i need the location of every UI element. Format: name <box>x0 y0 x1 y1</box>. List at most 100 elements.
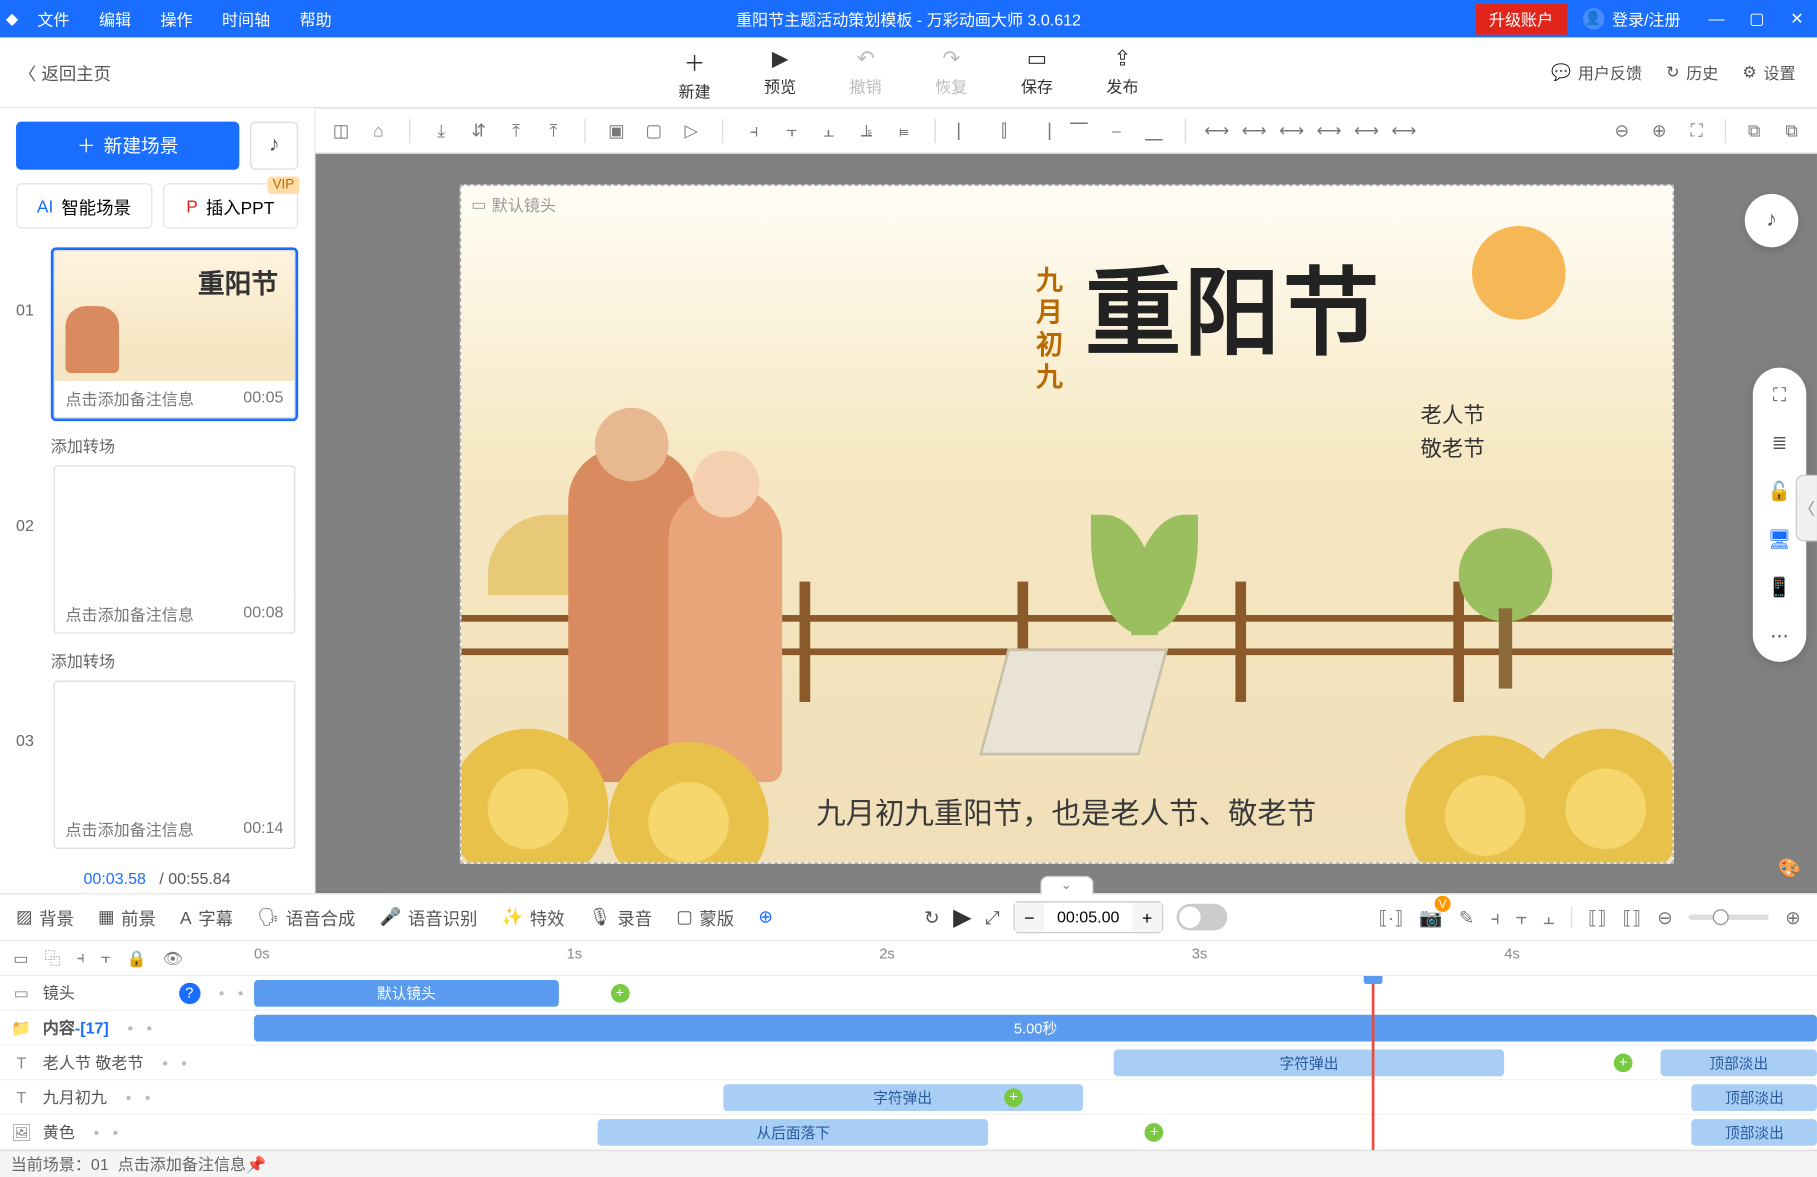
align-r-icon[interactable]: ⎹ <box>1027 116 1056 145</box>
toolbar-预览[interactable]: ▶预览 <box>764 45 796 102</box>
row-head[interactable]: T 老人节 敬老节 •• <box>0 1051 254 1074</box>
spacing-v-icon[interactable]: ⟷ <box>1239 116 1268 145</box>
fit-icon[interactable]: ⛶ <box>1682 116 1711 145</box>
lock-icon[interactable]: 🔓 <box>1766 477 1793 504</box>
more-icon[interactable]: ⋯ <box>1766 622 1793 649</box>
minimize-button[interactable]: — <box>1697 9 1737 28</box>
filter-icon[interactable]: ⫟ <box>1516 906 1527 929</box>
clip[interactable]: 顶部淡出 <box>1661 1050 1817 1077</box>
dist-top-icon[interactable]: ⫠ <box>814 116 843 145</box>
split-icon[interactable]: ⫞ <box>1490 906 1499 929</box>
clip[interactable]: 顶部淡出 <box>1692 1084 1817 1111</box>
marker1-icon[interactable]: ⟦⟧ <box>1588 906 1607 929</box>
paste-icon[interactable]: ⧉ <box>1777 116 1806 145</box>
add-clip-icon[interactable]: + <box>1614 1054 1633 1073</box>
dist-center-icon[interactable]: ⫢ <box>889 116 918 145</box>
add-clip-icon[interactable]: + <box>1145 1123 1164 1142</box>
menu-help[interactable]: 帮助 <box>286 7 345 30</box>
toolbar-保存[interactable]: ▭保存 <box>1021 45 1053 102</box>
align-bottom-icon[interactable]: ⤓ <box>427 116 456 145</box>
zoom-in-icon[interactable]: ⊕ <box>1645 116 1674 145</box>
clip[interactable]: 顶部淡出 <box>1692 1119 1817 1146</box>
forward-icon[interactable]: ▷ <box>677 116 706 145</box>
music-button[interactable]: ♪ <box>250 122 298 170</box>
clip[interactable]: 字符弹出 <box>1114 1050 1505 1077</box>
scene-note[interactable]: 点击添加备注信息 <box>66 603 194 626</box>
row-head[interactable]: 🖼 黄色 •• <box>0 1120 254 1143</box>
toolbar-用户反馈[interactable]: 💬用户反馈 <box>1551 61 1642 84</box>
history-icon[interactable]: ↻ <box>924 906 940 929</box>
scene-card-02[interactable]: 点击添加备注信息00:08 <box>51 463 298 637</box>
dist-bottom-icon[interactable]: ⫡ <box>852 116 881 145</box>
layers-icon[interactable]: ≣ <box>1766 429 1793 456</box>
login-button[interactable]: 👤 登录/注册 <box>1567 7 1697 30</box>
collapse-handle[interactable]: ⌄ <box>1040 876 1093 895</box>
bt-语音合成[interactable]: 🗣语音合成 <box>257 904 355 929</box>
close-button[interactable]: ✕ <box>1777 9 1817 28</box>
row-head[interactable]: ▭ 镜头 ? •• <box>0 981 254 1004</box>
playhead[interactable] <box>1372 976 1375 1150</box>
dist-h-icon[interactable]: ⫞ <box>739 116 768 145</box>
menu-file[interactable]: 文件 <box>24 7 83 30</box>
subtitle-text[interactable]: 九月初九重阳节，也是老人节、敬老节 <box>461 789 1672 832</box>
scene-note[interactable]: 点击添加备注信息 <box>66 818 194 841</box>
display-icon[interactable]: 🖥 <box>1766 525 1793 552</box>
group-icon[interactable]: ▣ <box>602 116 631 145</box>
track[interactable]: 默认镜头+ <box>254 976 1817 1009</box>
toolbar-设置[interactable]: ⚙设置 <box>1742 61 1795 84</box>
scene-card-01[interactable]: 重阳节 点击添加备注信息00:05 <box>51 247 298 421</box>
toolbar-历史[interactable]: ↻历史 <box>1666 61 1718 84</box>
add-clip-icon[interactable]: + <box>610 984 629 1003</box>
align-c-icon[interactable]: ⫿ <box>989 116 1018 145</box>
camera-label[interactable]: ▭ 默认镜头 <box>471 193 556 216</box>
play-button[interactable]: ▶ <box>953 903 972 931</box>
bt-录音[interactable]: 🎙录音 <box>589 904 653 929</box>
bgm-float-button[interactable]: ♪ <box>1745 194 1798 247</box>
handles-icon[interactable]: ◫ <box>326 116 355 145</box>
zoom-slider[interactable] <box>1689 915 1769 920</box>
ungroup-icon[interactable]: ▢ <box>639 116 668 145</box>
spacing5-icon[interactable]: ⟷ <box>1389 116 1418 145</box>
time-plus[interactable]: + <box>1132 902 1161 931</box>
clip[interactable]: 从后面落下 <box>598 1119 989 1146</box>
link-icon[interactable]: ⫠ <box>1543 906 1554 929</box>
spacing2-icon[interactable]: ⟷ <box>1277 116 1306 145</box>
menu-edit[interactable]: 编辑 <box>86 7 145 30</box>
canvas-stage[interactable]: ▭ 默认镜头 九月初九 <box>459 184 1673 863</box>
zoom-out-icon[interactable]: ⊖ <box>1607 116 1636 145</box>
bt-语音识别[interactable]: 🎤语音识别 <box>379 904 477 929</box>
color-picker-icon[interactable]: 🎨 <box>1778 857 1801 880</box>
scene-thumb[interactable]: 重阳节 <box>53 250 295 381</box>
more-tools-icon[interactable]: ⊕ <box>758 906 773 927</box>
track[interactable]: 从后面落下 顶部淡出 + <box>254 1115 1817 1148</box>
menu-operate[interactable]: 操作 <box>147 7 206 30</box>
bt-特效[interactable]: ✨特效 <box>501 904 564 929</box>
add-clip-icon[interactable]: + <box>1004 1088 1023 1107</box>
menu-timeline[interactable]: 时间轴 <box>209 7 284 30</box>
track[interactable]: 5.00秒 <box>254 1011 1817 1044</box>
expand-icon[interactable]: ⤢ <box>985 906 1000 929</box>
tl-lock-icon[interactable]: 🔒 <box>127 949 147 968</box>
home-icon[interactable]: ⌂ <box>364 116 393 145</box>
keyframe-icon[interactable]: ⟦·⟧ <box>1379 906 1404 929</box>
track[interactable]: 字符弹出 顶部淡出 + <box>254 1080 1817 1113</box>
new-scene-button[interactable]: ＋ 新建场景 <box>16 122 239 170</box>
right-panel-toggle[interactable]: 〈 <box>1796 475 1817 542</box>
help-icon[interactable]: ? <box>179 982 200 1003</box>
scene-note[interactable]: 点击添加备注信息 <box>66 388 194 411</box>
spacing3-icon[interactable]: ⟷ <box>1314 116 1343 145</box>
align-b-icon[interactable]: ⎽ <box>1139 116 1168 145</box>
status-hint[interactable]: 点击添加备注信息 <box>118 1152 246 1175</box>
tl-tool4-icon[interactable]: ⫟ <box>101 948 111 968</box>
edit-icon[interactable]: ✎ <box>1459 906 1475 929</box>
mobile-icon[interactable]: 📱 <box>1766 574 1793 601</box>
track[interactable]: 字符弹出 顶部淡出 + <box>254 1046 1817 1079</box>
clip[interactable]: 字符弹出 <box>723 1084 1082 1111</box>
maximize-button[interactable]: ▢ <box>1737 9 1777 28</box>
toolbar-发布[interactable]: ⇪发布 <box>1106 45 1138 102</box>
status-pin-icon[interactable]: 📌 <box>246 1154 266 1173</box>
sub-titles[interactable]: 老人节敬老节 <box>1421 399 1485 467</box>
fullscreen-icon[interactable]: ⛶ <box>1766 381 1793 408</box>
scene-thumb[interactable] <box>53 465 295 596</box>
insert-ppt-button[interactable]: P 插入PPT VIP <box>162 183 298 228</box>
